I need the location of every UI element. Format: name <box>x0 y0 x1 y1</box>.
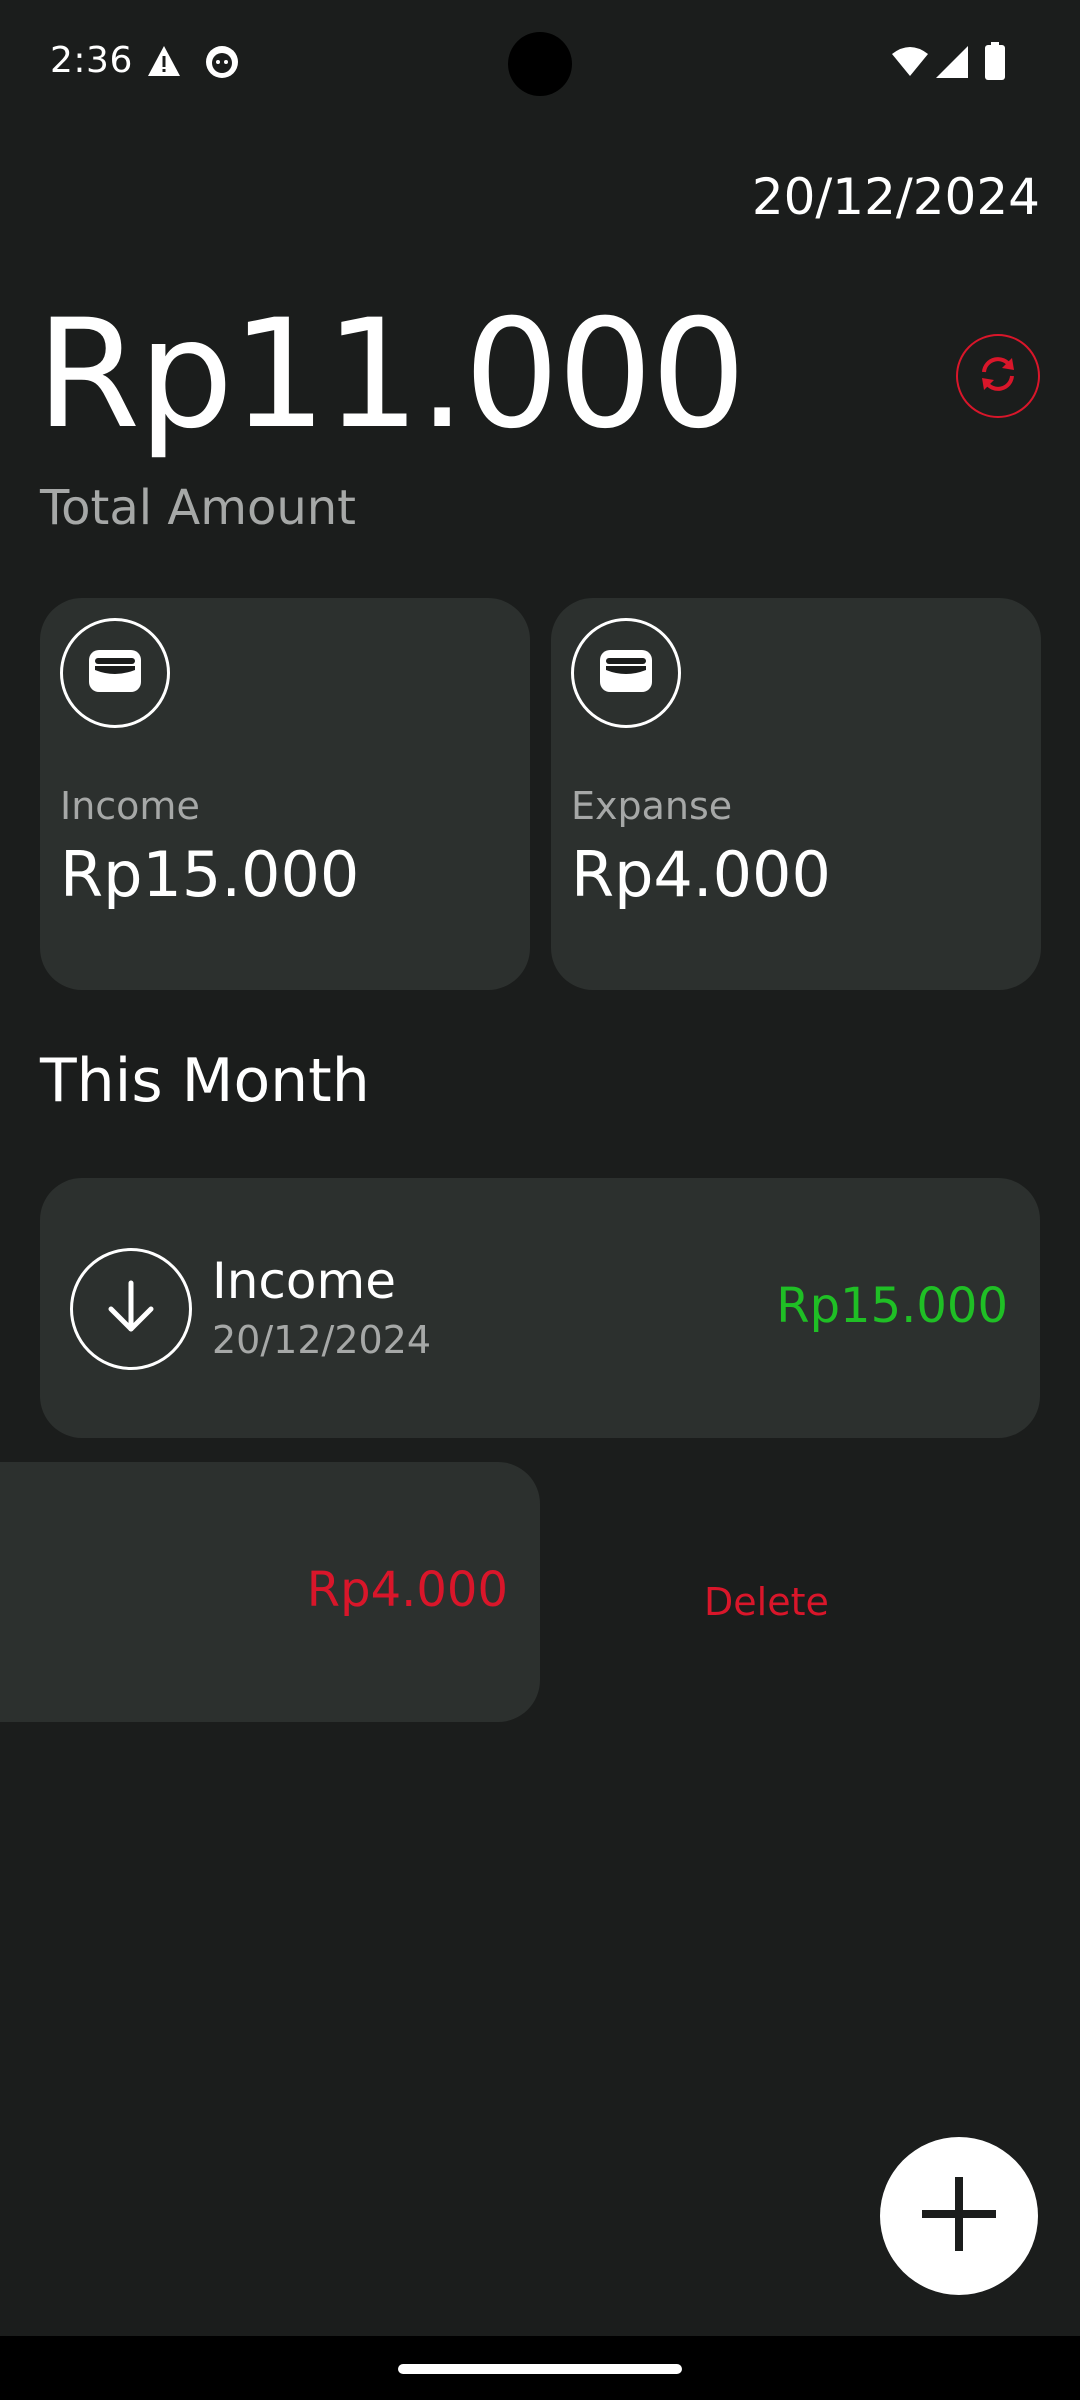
transaction-row-swiped[interactable]: Rp4.000 <box>0 1462 540 1722</box>
plus-icon <box>918 2173 1000 2259</box>
expense-card-value: Rp4.000 <box>571 838 831 911</box>
refresh-button[interactable] <box>956 334 1040 418</box>
refresh-icon <box>974 350 1022 402</box>
current-date: 20/12/2024 <box>751 168 1040 226</box>
transaction-amount: Rp15.000 <box>776 1278 1008 1334</box>
wallet-icon <box>87 648 143 698</box>
signal-icon <box>936 46 970 82</box>
arrow-down-icon <box>103 1277 159 1341</box>
cat-face-icon <box>204 44 240 84</box>
expense-summary-card[interactable]: Expanse Rp4.000 <box>551 598 1041 990</box>
income-wallet-badge <box>60 618 170 728</box>
income-arrow-badge <box>70 1248 192 1370</box>
expense-card-label: Expanse <box>571 784 733 828</box>
transaction-amount: Rp4.000 <box>306 1562 508 1618</box>
income-summary-card[interactable]: Income Rp15.000 <box>40 598 530 990</box>
camera-cutout <box>508 32 572 96</box>
add-transaction-button[interactable] <box>880 2137 1038 2295</box>
warning-icon <box>146 44 182 82</box>
wifi-icon <box>890 46 930 82</box>
income-card-value: Rp15.000 <box>60 838 360 911</box>
section-title: This Month <box>40 1046 370 1116</box>
transaction-date: 20/12/2024 <box>212 1318 432 1362</box>
app-screen: 2:36 20/12/2024 Rp11.000 Total Amount In… <box>0 0 1080 2400</box>
status-bar: 2:36 <box>0 0 1080 130</box>
total-amount-label: Total Amount <box>40 480 356 536</box>
status-time: 2:36 <box>50 40 133 81</box>
system-nav-bar <box>0 2336 1080 2400</box>
delete-button[interactable]: Delete <box>704 1580 829 1624</box>
home-indicator[interactable] <box>398 2364 682 2374</box>
income-card-label: Income <box>60 784 200 828</box>
battery-icon <box>984 42 1006 84</box>
expense-wallet-badge <box>571 618 681 728</box>
transaction-title: Income <box>212 1252 396 1310</box>
total-amount: Rp11.000 <box>36 288 746 462</box>
wallet-icon <box>598 648 654 698</box>
transaction-row[interactable]: Income 20/12/2024 Rp15.000 <box>40 1178 1040 1438</box>
